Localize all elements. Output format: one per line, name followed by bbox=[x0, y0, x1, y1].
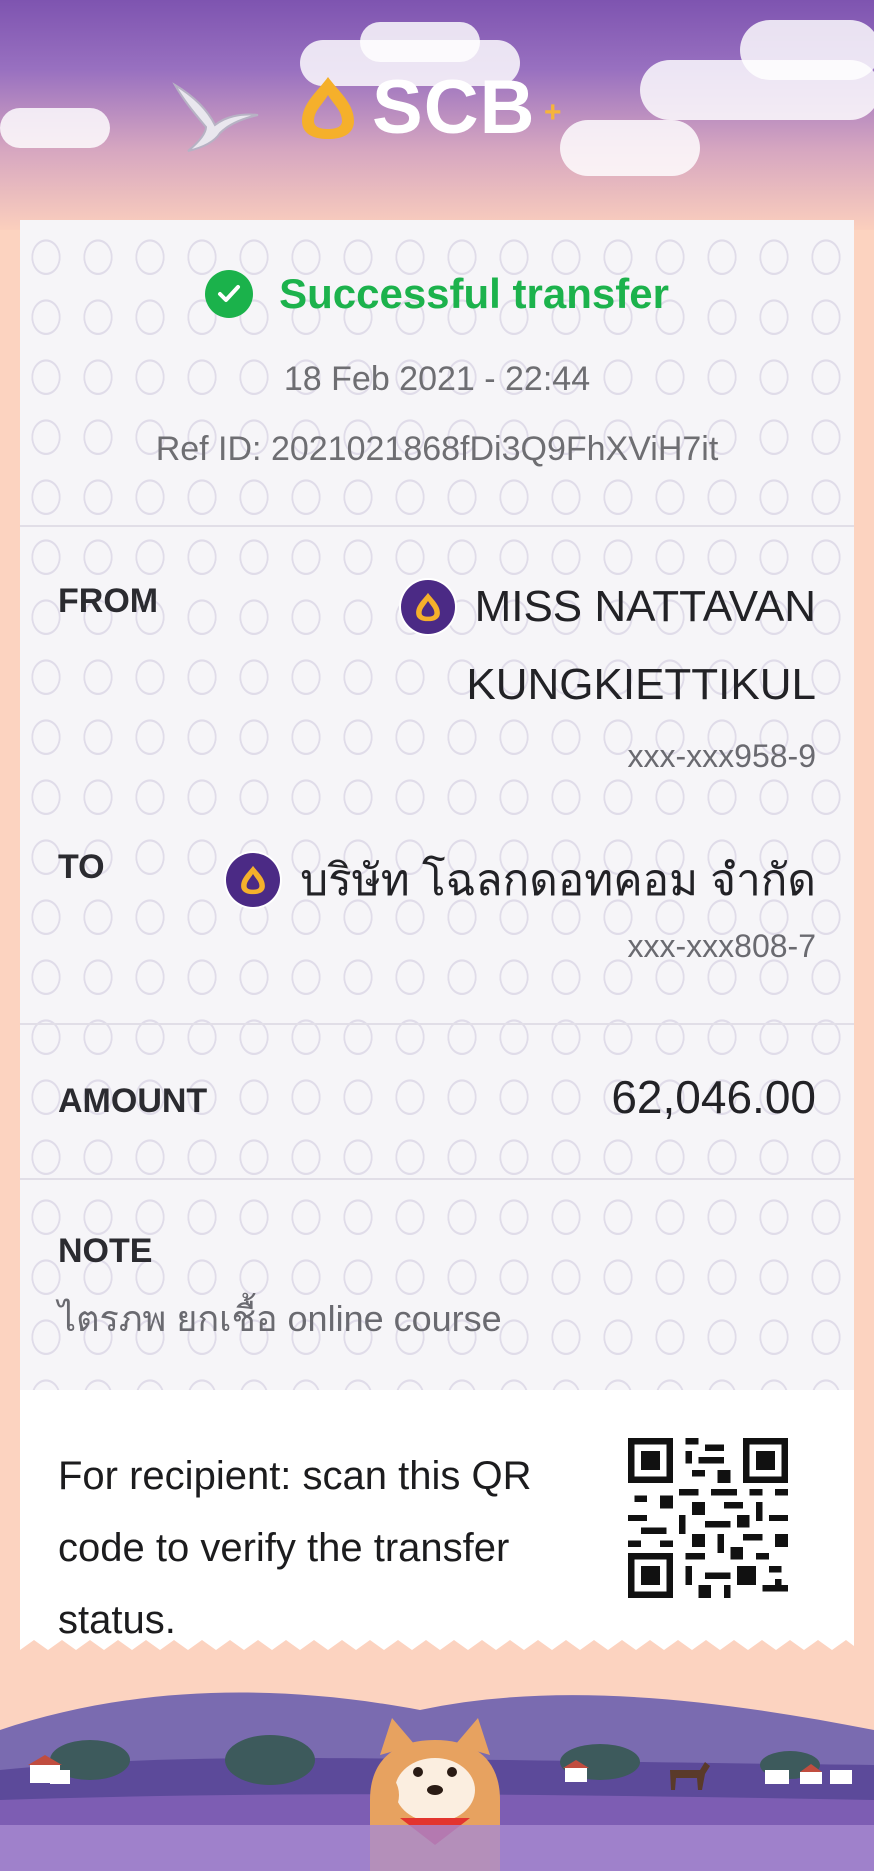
check-circle-icon bbox=[205, 270, 254, 318]
to-label: TO bbox=[58, 848, 105, 886]
header-banner: SCB + bbox=[0, 0, 874, 230]
transfer-datetime: 18 Feb 2021 - 22:44 bbox=[283, 360, 591, 398]
note-value: ไตรภพ ยกเชื้อ online course bbox=[58, 1298, 502, 1339]
divider bbox=[20, 1178, 854, 1180]
qr-code-icon[interactable] bbox=[628, 1438, 788, 1598]
cloud-decoration bbox=[740, 20, 874, 80]
to-account-number: xxx-xxx808-7 bbox=[627, 928, 817, 964]
from-name-line2: KUNGKIETTIKUL bbox=[466, 660, 816, 709]
from-name-line1: MISS NATTAVAN bbox=[474, 582, 816, 631]
scb-logo-icon bbox=[302, 77, 354, 139]
divider bbox=[20, 525, 854, 527]
from-account-holder: MISS NATTAVAN bbox=[400, 580, 816, 634]
status-row: Successful transfer bbox=[20, 270, 854, 318]
amount-label: AMOUNT bbox=[58, 1082, 208, 1120]
to-account-holder: บริษัท โฉลกดอทคอม จำกัด bbox=[226, 845, 816, 915]
divider bbox=[20, 1023, 854, 1025]
scb-bank-icon bbox=[226, 853, 281, 907]
scb-bank-icon bbox=[400, 580, 455, 634]
note-label: NOTE bbox=[58, 1232, 153, 1270]
cloud-decoration bbox=[0, 108, 110, 148]
plus-icon: + bbox=[544, 96, 562, 129]
reference-id: Ref ID: 2021021868fDi3Q9FhXViH7it bbox=[155, 430, 719, 468]
landscape-illustration bbox=[0, 1650, 874, 1871]
from-account-number: xxx-xxx958-9 bbox=[627, 738, 817, 774]
status-text: Successful transfer bbox=[279, 270, 669, 317]
from-label: FROM bbox=[58, 582, 159, 620]
qr-section: For recipient: scan this QR code to veri… bbox=[20, 1390, 854, 1650]
to-name: บริษัท โฉลกดอทคอม จำกัด bbox=[300, 856, 816, 905]
amount-value: 62,046.00 bbox=[611, 1071, 816, 1123]
cloud-decoration bbox=[560, 120, 700, 176]
cloud-decoration bbox=[360, 22, 480, 62]
logo-text: SCB bbox=[372, 65, 536, 150]
qr-instruction-text: For recipient: scan this QR code to veri… bbox=[58, 1454, 532, 1642]
bird-icon bbox=[172, 82, 259, 152]
scb-logo: SCB + bbox=[296, 65, 562, 150]
receipt-card: Successful transfer 18 Feb 2021 - 22:44 … bbox=[20, 220, 854, 1650]
